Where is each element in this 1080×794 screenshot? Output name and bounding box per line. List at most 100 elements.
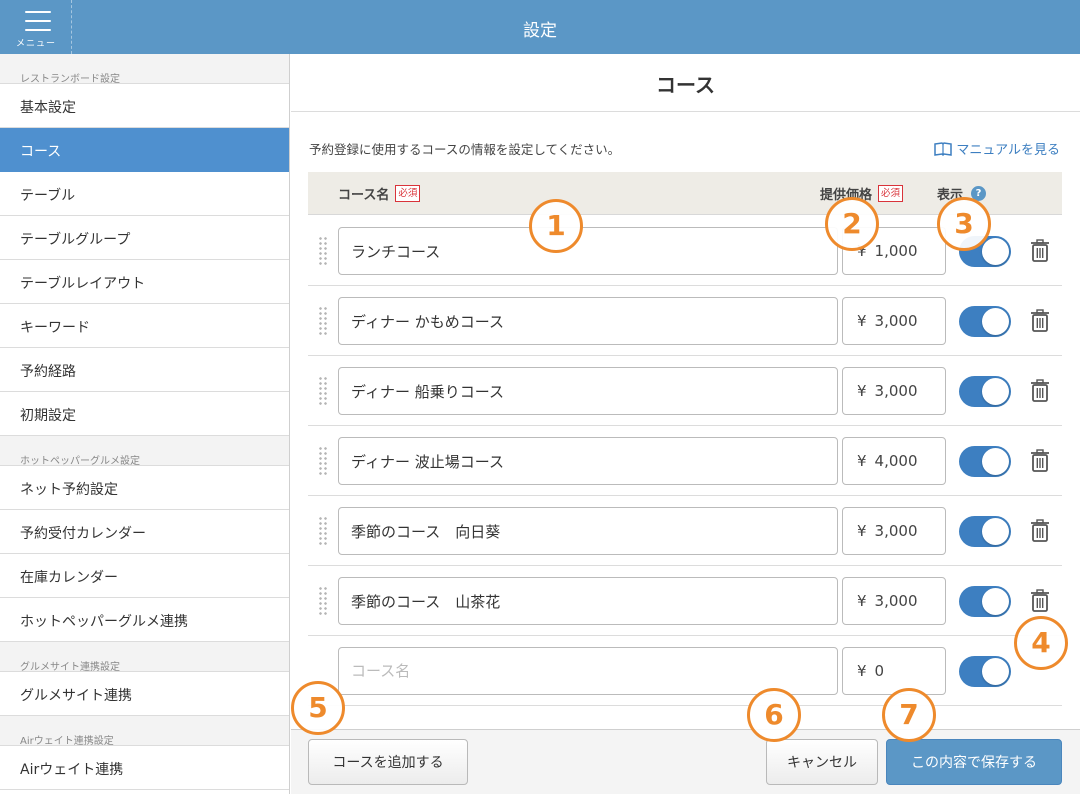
toggle-knob bbox=[982, 448, 1009, 475]
sidebar-item[interactable]: ネット予約設定 bbox=[0, 466, 289, 510]
required-badge: 必須 bbox=[878, 185, 904, 202]
visibility-toggle[interactable] bbox=[959, 446, 1011, 477]
yen-symbol: ¥ bbox=[857, 312, 867, 330]
course-name-input[interactable] bbox=[338, 297, 838, 345]
page-title: コース bbox=[291, 54, 1080, 112]
course-price-input[interactable]: ¥4,000 bbox=[842, 437, 946, 485]
sidebar-item[interactable]: 在庫カレンダー bbox=[0, 554, 289, 598]
column-header-name: コース名 必須 bbox=[338, 184, 421, 203]
sidebar-section-header: Airウェイト連携設定 bbox=[0, 716, 289, 747]
course-row: ¥3,000 bbox=[308, 286, 1062, 356]
trash-icon[interactable] bbox=[1030, 519, 1050, 543]
toggle-knob bbox=[982, 238, 1009, 265]
course-price-input[interactable]: ¥3,000 bbox=[842, 297, 946, 345]
callout-1: 1 bbox=[529, 199, 583, 253]
main-panel: コース 予約登録に使用するコースの情報を設定してください。 マニュアルを見る コ… bbox=[291, 54, 1080, 794]
course-price-input[interactable]: ¥3,000 bbox=[842, 507, 946, 555]
callout-5: 5 bbox=[291, 681, 345, 735]
price-value: 3,000 bbox=[874, 522, 918, 540]
yen-symbol: ¥ bbox=[857, 452, 867, 470]
sidebar-item[interactable]: テーブルレイアウト bbox=[0, 260, 289, 304]
manual-link[interactable]: マニュアルを見る bbox=[934, 139, 1060, 158]
toggle-knob bbox=[982, 658, 1009, 685]
course-name-input[interactable] bbox=[338, 227, 838, 275]
visibility-toggle[interactable] bbox=[959, 516, 1011, 547]
trash-icon[interactable] bbox=[1030, 379, 1050, 403]
trash-icon[interactable] bbox=[1030, 239, 1050, 263]
course-row: ¥3,000 bbox=[308, 356, 1062, 426]
yen-symbol: ¥ bbox=[857, 592, 867, 610]
sidebar-item[interactable]: グルメサイト連携 bbox=[0, 672, 289, 716]
drag-handle-icon[interactable] bbox=[318, 586, 328, 616]
hamburger-icon bbox=[25, 11, 51, 31]
course-name-input[interactable] bbox=[338, 507, 838, 555]
column-name-label: コース名 bbox=[338, 188, 390, 203]
sidebar-item[interactable]: 予約受付カレンダー bbox=[0, 510, 289, 554]
sidebar-section-header: グルメサイト連携設定 bbox=[0, 642, 289, 673]
top-bar: メニュー 設定 bbox=[0, 0, 1080, 54]
sidebar-item[interactable]: 基本設定 bbox=[0, 84, 289, 128]
price-value: 1,000 bbox=[874, 242, 918, 260]
toggle-knob bbox=[982, 518, 1009, 545]
sidebar-item[interactable]: Airウェイト連携 bbox=[0, 746, 289, 790]
page-header-title: 設定 bbox=[523, 21, 557, 41]
add-course-button[interactable]: コースを追加する bbox=[308, 739, 468, 785]
toggle-knob bbox=[982, 588, 1009, 615]
sidebar-section-header: ホットペッパーグルメ設定 bbox=[0, 436, 289, 467]
toggle-knob bbox=[982, 378, 1009, 405]
yen-symbol: ¥ bbox=[857, 662, 867, 680]
sidebar-item[interactable]: ホットペッパーグルメ連携 bbox=[0, 598, 289, 642]
callout-7: 7 bbox=[882, 688, 936, 742]
trash-icon[interactable] bbox=[1030, 589, 1050, 613]
course-name-input[interactable] bbox=[338, 437, 838, 485]
course-price-input[interactable]: ¥3,000 bbox=[842, 577, 946, 625]
required-badge: 必須 bbox=[395, 185, 421, 202]
callout-3: 3 bbox=[937, 197, 991, 251]
price-value: 3,000 bbox=[874, 382, 918, 400]
course-name-input[interactable] bbox=[338, 367, 838, 415]
sidebar-section-header: レストランボード設定 bbox=[0, 54, 289, 85]
sidebar-item[interactable]: テーブルグループ bbox=[0, 216, 289, 260]
page-description: 予約登録に使用するコースの情報を設定してください。 bbox=[309, 142, 621, 157]
callout-4: 4 bbox=[1014, 616, 1068, 670]
settings-sidebar: レストランボード設定 基本設定 コース テーブル テーブルグループ テーブルレイアウト キー… bbox=[0, 54, 290, 794]
trash-icon[interactable] bbox=[1030, 449, 1050, 473]
menu-button[interactable]: メニュー bbox=[0, 0, 72, 54]
callout-6: 6 bbox=[747, 688, 801, 742]
drag-handle-icon[interactable] bbox=[318, 376, 328, 406]
drag-handle-icon[interactable] bbox=[318, 516, 328, 546]
save-button[interactable]: この内容で保存する bbox=[886, 739, 1062, 785]
visibility-toggle[interactable] bbox=[959, 376, 1011, 407]
book-icon bbox=[934, 141, 953, 156]
sidebar-item[interactable]: 予約経路 bbox=[0, 348, 289, 392]
drag-handle-icon[interactable] bbox=[318, 236, 328, 266]
sidebar-item[interactable]: 初期設定 bbox=[0, 392, 289, 436]
visibility-toggle[interactable] bbox=[959, 586, 1011, 617]
manual-link-label: マニュアルを見る bbox=[956, 143, 1060, 158]
menu-label: メニュー bbox=[15, 39, 56, 49]
price-value: 3,000 bbox=[874, 592, 918, 610]
course-row: ¥4,000 bbox=[308, 426, 1062, 496]
visibility-toggle[interactable] bbox=[959, 306, 1011, 337]
yen-symbol: ¥ bbox=[857, 382, 867, 400]
sidebar-item[interactable]: テーブル bbox=[0, 172, 289, 216]
drag-handle-icon[interactable] bbox=[318, 446, 328, 476]
footer-bar: コースを追加する キャンセル この内容で保存する bbox=[291, 729, 1080, 794]
course-price-input[interactable]: ¥0 bbox=[842, 647, 946, 695]
sidebar-item[interactable]: キーワード bbox=[0, 304, 289, 348]
drag-handle-icon[interactable] bbox=[318, 306, 328, 336]
trash-icon[interactable] bbox=[1030, 309, 1050, 333]
new-course-name-input[interactable] bbox=[338, 647, 838, 695]
price-value: 3,000 bbox=[874, 312, 918, 330]
yen-symbol: ¥ bbox=[857, 522, 867, 540]
price-value: 0 bbox=[874, 662, 885, 680]
new-course-row: ¥0 bbox=[308, 636, 1062, 706]
visibility-toggle[interactable] bbox=[959, 656, 1011, 687]
sidebar-item[interactable]: コース bbox=[0, 128, 289, 172]
course-row: ¥3,000 bbox=[308, 496, 1062, 566]
course-price-input[interactable]: ¥3,000 bbox=[842, 367, 946, 415]
price-value: 4,000 bbox=[874, 452, 918, 470]
callout-2: 2 bbox=[825, 197, 879, 251]
cancel-button[interactable]: キャンセル bbox=[766, 739, 878, 785]
course-name-input[interactable] bbox=[338, 577, 838, 625]
